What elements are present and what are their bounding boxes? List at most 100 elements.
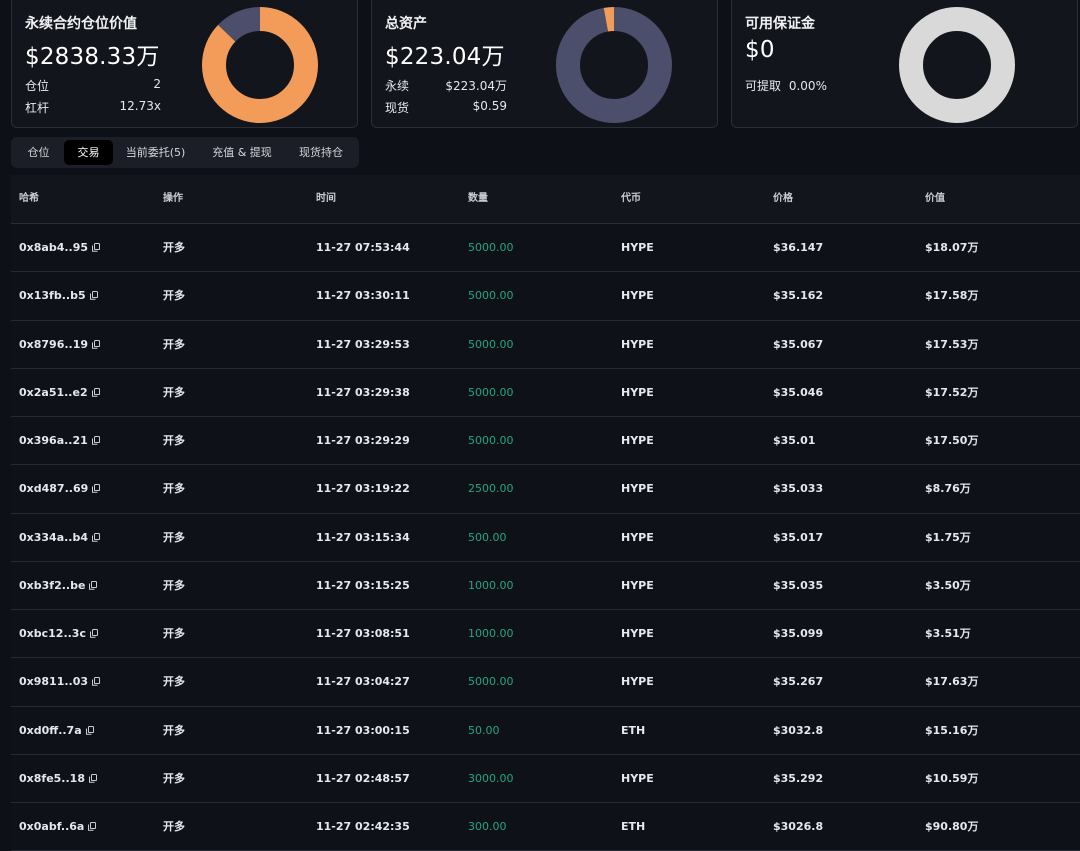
row-price: $3032.8 [773,723,824,737]
column-header-hash: 哈希 [19,193,39,204]
row-quantity: 1000.00 [468,578,514,592]
row-price: $36.147 [773,241,824,254]
column-header-quantity: 数量 [468,193,488,204]
row-quantity: 5000.00 [468,385,514,399]
row-quantity: 5000.00 [468,241,514,254]
row-hash[interactable]: 0xd487..69 [19,465,101,512]
table-row[interactable]: 0x334a..b4 开多 11-27 03:15:34 500.00 HYPE $35.… [11,513,1080,562]
row-action: 开多 [163,385,185,399]
row-price: $35.292 [773,771,824,785]
row-hash[interactable]: 0x13fb..b5 [19,272,98,319]
copy-icon[interactable] [85,725,94,735]
trades-table: 哈希 操作 时间 数量 代币 价格 价值 0x8ab4..95 开多 11-27 0… [11,175,1080,851]
row-time: 11-27 03:15:25 [316,578,410,592]
table-row[interactable]: 0xbc12..3c 开多 11-27 03:08:51 1000.00 HYPE $35… [11,610,1080,659]
row-action: 开多 [163,434,185,447]
row-token: HYPE [621,385,654,399]
row-hash[interactable]: 0xb3f2..be [19,562,98,609]
table-row[interactable]: 0x8ab4..95 开多 11-27 07:53:44 5000.00 HYPE $36… [11,224,1080,273]
row-time: 11-27 07:53:44 [316,241,410,254]
row-hash[interactable]: 0x8796..19 [19,321,101,368]
tab-deposits-withdrawals[interactable]: 充值 & 提现 [204,140,280,165]
tab-open-orders[interactable]: 当前委托(5) [117,140,194,165]
row-hash[interactable]: 0x9811..03 [19,658,101,705]
row-action: 开多 [163,482,185,496]
row-hash[interactable]: 0x8fe5..18 [19,755,97,802]
leverage-label: 杠杆 [25,101,50,115]
column-header-action: 操作 [163,193,183,204]
column-header-value: 价值 [925,193,945,204]
table-row[interactable]: 0x2a51..e2 开多 11-27 03:29:38 5000.00 HYPE $35… [11,368,1080,417]
row-time: 11-27 02:42:35 [316,820,410,833]
copy-icon[interactable] [92,532,101,542]
table-row[interactable]: 0x8fe5..18 开多 11-27 02:48:57 3000.00 HYPE $35… [11,754,1080,803]
copy-icon[interactable] [92,484,101,493]
row-price: $3026.8 [773,820,824,833]
total-assets-value: $223.04万 [385,44,505,70]
row-token: HYPE [621,771,654,785]
copy-icon[interactable] [91,436,100,445]
row-quantity: 300.00 [468,820,507,833]
copy-icon[interactable] [89,291,98,300]
table-row[interactable]: 0x0abf..6a 开多 11-27 02:42:35 300.00 ETH $3026… [11,803,1080,851]
tab-trades[interactable]: 交易 [64,140,113,165]
row-value: $17.52万 [925,385,979,399]
row-time: 11-27 03:15:34 [316,530,410,544]
row-value: $17.53万 [925,337,979,351]
row-action: 开多 [163,578,185,592]
row-time: 11-27 03:04:27 [316,675,410,689]
row-hash[interactable]: 0xd0ff..7a [19,707,94,754]
hash-text: 0xd487..69 [19,482,89,496]
tab-spot-holdings[interactable]: 现货持仓 [289,140,353,165]
table-row[interactable]: 0xb3f2..be 开多 11-27 03:15:25 1000.00 HYPE $35… [11,561,1080,610]
row-hash[interactable]: 0x8ab4..95 [19,224,101,271]
column-header-time: 时间 [316,193,336,204]
table-row[interactable]: 0xd487..69 开多 11-27 03:19:22 2500.00 HYPE $35… [11,465,1080,514]
table-row[interactable]: 0x13fb..b5 开多 11-27 03:30:11 5000.00 HYPE $35… [11,272,1080,321]
copy-icon[interactable] [89,629,98,638]
copy-icon[interactable] [92,243,101,252]
row-action: 开多 [163,723,185,737]
row-token: ETH [621,820,646,833]
copy-icon[interactable] [88,773,97,783]
copy-icon[interactable] [89,580,98,590]
row-value: $90.80万 [925,820,979,833]
row-hash[interactable]: 0x2a51..e2 [19,369,100,416]
row-hash[interactable]: 0x396a..21 [19,417,100,464]
hash-text: 0xd0ff..7a [19,723,82,737]
row-token: HYPE [621,675,654,689]
hash-text: 0x13fb..b5 [19,289,86,303]
spot-assets-label: 现货 [385,101,410,115]
copy-icon[interactable] [88,822,97,831]
withdrawable-row: 可提取 0.00% [745,77,827,94]
copy-icon[interactable] [92,677,101,686]
row-price: $35.01 [773,434,816,447]
withdrawable-value: 0.00% [788,79,827,93]
row-hash[interactable]: 0xbc12..3c [19,610,98,657]
copy-icon[interactable] [91,387,100,397]
row-value: $3.51万 [925,627,971,640]
perp-assets-value: $223.04万 [445,79,507,93]
row-quantity: 50.00 [468,723,500,737]
row-action: 开多 [163,241,185,254]
table-row[interactable]: 0x8796..19 开多 11-27 03:29:53 5000.00 HYPE $35… [11,320,1080,369]
table-row[interactable]: 0xd0ff..7a 开多 11-27 03:00:15 50.00 ETH $3032.… [11,706,1080,755]
copy-icon[interactable] [92,339,101,349]
row-quantity: 2500.00 [468,482,514,496]
row-hash[interactable]: 0x0abf..6a [19,803,97,850]
row-quantity: 5000.00 [468,337,514,351]
available-margin-title: 可用保证金 [745,16,815,32]
row-time: 11-27 03:29:38 [316,385,410,399]
positions-value: 2 [153,77,161,91]
row-value: $18.07万 [925,241,979,254]
positions-label: 仓位 [25,79,50,93]
row-time: 11-27 03:30:11 [316,289,410,303]
tab-positions[interactable]: 仓位 [15,140,62,165]
column-header-price: 价格 [773,193,793,204]
table-row[interactable]: 0x9811..03 开多 11-27 03:04:27 5000.00 HYPE $35… [11,658,1080,707]
table-row[interactable]: 0x396a..21 开多 11-27 03:29:29 5000.00 HYPE $35… [11,417,1080,466]
perp-position-card: 永续合约仓位价值 $2838.33万 仓位 2 杠杆 12.73x [11,0,358,128]
row-hash[interactable]: 0x334a..b4 [19,514,101,561]
row-time: 11-27 03:29:29 [316,434,410,447]
row-action: 开多 [163,289,185,303]
